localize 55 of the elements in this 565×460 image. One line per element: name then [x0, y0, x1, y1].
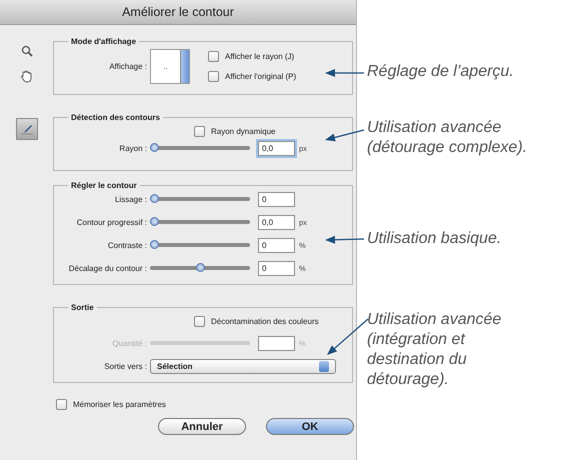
- annotation-text: Utilisation avancée (détourage complexe).: [367, 118, 528, 158]
- slider-track[interactable]: [150, 243, 250, 247]
- slider-thumb[interactable]: [150, 240, 159, 249]
- checkbox[interactable]: [208, 70, 219, 82]
- checkbox[interactable]: [56, 399, 67, 410]
- group-title: Mode d'affichage: [70, 37, 138, 46]
- group-title: Régler le contour: [70, 181, 138, 190]
- window-title: Améliorer le contour: [0, 0, 356, 25]
- annotation-text: Utilisation avancée (intégration et destination du détourage).: [367, 310, 502, 390]
- view-dropdown[interactable]: ..: [150, 48, 190, 84]
- checkbox-label[interactable]: Afficher le rayon (J): [225, 52, 294, 60]
- slider-track[interactable]: [150, 146, 250, 150]
- value-field[interactable]: 0: [258, 238, 295, 252]
- annotation-text: Réglage de l’aperçu.: [367, 62, 514, 82]
- slider-label: Lissage :: [114, 194, 148, 204]
- ok-button[interactable]: OK: [266, 418, 354, 435]
- slider-label: Rayon :: [118, 144, 148, 152]
- slider-thumb[interactable]: [150, 217, 159, 226]
- group-title: Sortie: [70, 303, 95, 312]
- cancel-button[interactable]: Annuler: [158, 418, 246, 435]
- slider-thumb[interactable]: [196, 263, 204, 272]
- stepper-icon: [319, 361, 329, 372]
- output-select[interactable]: Sélection: [150, 359, 336, 374]
- checkbox-label[interactable]: Mémoriser les paramètres: [73, 400, 166, 409]
- slider-label: Contour progressif :: [76, 218, 148, 226]
- checkbox-label[interactable]: Afficher l'original (P): [225, 72, 296, 80]
- slider-label: Contraste :: [106, 240, 148, 250]
- brush-icon: [20, 123, 34, 135]
- slider-label: Décalage du contour :: [68, 264, 148, 272]
- checkbox[interactable]: [208, 50, 219, 62]
- value-field[interactable]: 0,0: [258, 214, 295, 230]
- pointer-arrow: [327, 318, 368, 355]
- value-field[interactable]: 0: [258, 260, 295, 276]
- select-label: Sortie vers :: [103, 362, 148, 371]
- slider-thumb[interactable]: [150, 143, 159, 152]
- tool-button[interactable]: [16, 118, 38, 140]
- pointer-arrow: [325, 129, 364, 142]
- checkbox[interactable]: [194, 316, 205, 326]
- checkbox-label[interactable]: Décontamination des couleurs: [211, 316, 319, 326]
- group-title: Détection des contours: [70, 113, 161, 122]
- hand-icon: [20, 69, 33, 83]
- slider-label: Quantité :: [111, 338, 148, 348]
- display-label: Affichage :: [108, 62, 148, 70]
- zoom-icon: [20, 45, 32, 57]
- checkbox[interactable]: [194, 126, 205, 136]
- pointer-arrow: [325, 236, 364, 244]
- annotation-text: Utilisation basique.: [367, 229, 502, 249]
- pointer-arrow: [325, 69, 364, 77]
- value-field[interactable]: 0: [258, 192, 295, 206]
- slider-track[interactable]: [150, 220, 250, 224]
- value-field[interactable]: 0,0: [258, 140, 295, 156]
- checkbox-label[interactable]: Rayon dynamique: [211, 126, 276, 136]
- slider-track[interactable]: [150, 266, 250, 270]
- slider-track[interactable]: [150, 197, 250, 201]
- slider-thumb[interactable]: [150, 194, 159, 203]
